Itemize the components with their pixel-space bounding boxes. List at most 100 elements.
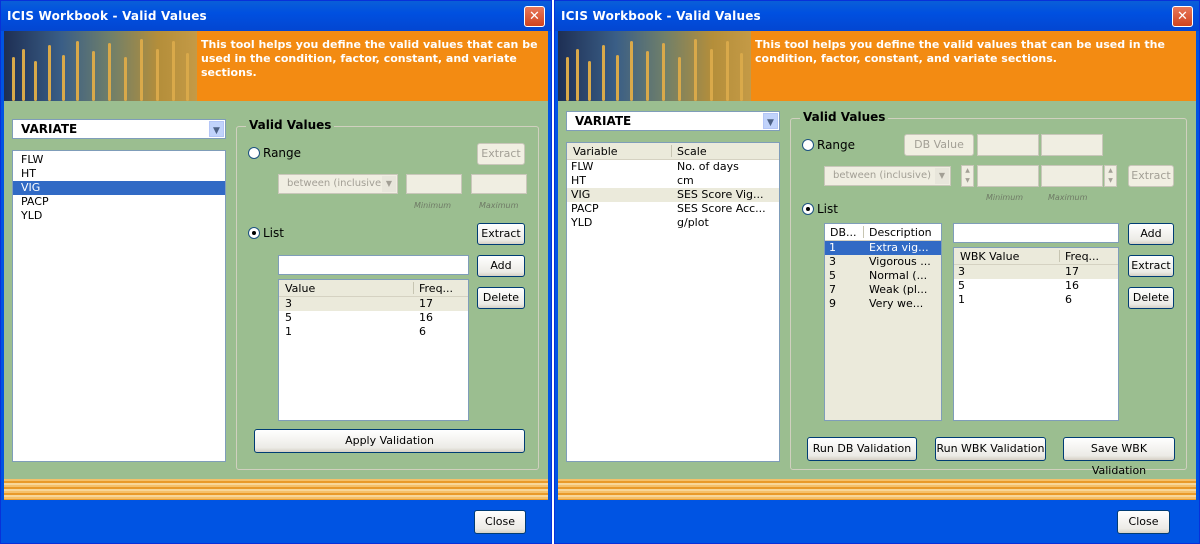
extract-button[interactable]: Extract	[1128, 255, 1174, 277]
minimum-field[interactable]	[406, 174, 462, 194]
title-bar[interactable]: ICIS Workbook - Valid Values ✕	[555, 1, 1199, 31]
maximum-field[interactable]	[471, 174, 527, 194]
values-table[interactable]: Value Freq... 3 17 5 16 16	[278, 279, 469, 421]
table-row[interactable]: 3 Vigorous ...	[825, 255, 941, 269]
column-header-variable[interactable]: Variable	[573, 145, 618, 158]
range-operator-select[interactable]: between (inclusive) ▼	[278, 174, 398, 194]
table-header: WBK Value Freq...	[954, 248, 1118, 265]
chevron-down-icon[interactable]: ▼	[209, 121, 224, 137]
title-bar[interactable]: ICIS Workbook - Valid Values ✕	[1, 1, 551, 31]
variable-table[interactable]: Variable Scale FLW No. of days HT cm VIG SE…	[566, 142, 780, 462]
range-extract-button[interactable]: Extract	[477, 143, 525, 165]
list-item[interactable]: HT	[13, 167, 225, 181]
header-banner: This tool helps you define the valid val…	[558, 31, 1196, 101]
table-row[interactable]: HT cm	[567, 174, 779, 188]
db-value-field-2[interactable]	[1041, 134, 1103, 156]
db-value-button[interactable]: DB Value	[904, 134, 974, 156]
valid-values-window-left: ICIS Workbook - Valid Values ✕ This tool…	[0, 0, 552, 544]
run-wbk-validation-button[interactable]: Run WBK Validation	[935, 437, 1046, 461]
window-client: This tool helps you define the valid val…	[558, 31, 1196, 540]
extract-button[interactable]: Extract	[477, 223, 525, 245]
minimum-spinner[interactable]: ▲ ▼	[961, 165, 974, 187]
column-header-freq[interactable]: Freq...	[419, 282, 453, 295]
list-item[interactable]: YLD	[13, 209, 225, 223]
close-button[interactable]: Close	[1117, 510, 1170, 534]
window-title: ICIS Workbook - Valid Values	[561, 9, 761, 23]
wbk-values-table[interactable]: WBK Value Freq... 3 17 5 16 16	[953, 247, 1119, 421]
table-row[interactable]: 5 16	[954, 279, 1118, 293]
delete-button[interactable]: Delete	[1128, 287, 1174, 309]
radio-icon	[248, 147, 260, 159]
run-db-validation-button[interactable]: Run DB Validation	[807, 437, 917, 461]
column-header-wbk-value[interactable]: WBK Value	[960, 250, 1019, 263]
chevron-down-icon[interactable]: ▼	[763, 113, 778, 129]
maximum-label: Maximum	[1048, 193, 1088, 202]
db-values-table[interactable]: DB... Description 1 Extra vig... 3 Vigorou…	[824, 223, 942, 421]
chevron-down-icon: ▼	[935, 168, 949, 184]
list-item-selected[interactable]: VIG	[13, 181, 225, 195]
list-radio[interactable]: List	[248, 226, 284, 240]
table-header: DB... Description	[825, 224, 941, 241]
section-select[interactable]: VARIATE ▼	[566, 111, 780, 131]
table-row[interactable]: 7 Weak (pl...	[825, 283, 941, 297]
radio-selected-icon	[248, 227, 260, 239]
chevron-down-icon: ▼	[382, 176, 396, 192]
range-radio[interactable]: Range	[802, 138, 855, 152]
list-item[interactable]: FLW	[13, 153, 225, 167]
table-header: Variable Scale	[567, 143, 779, 160]
table-row[interactable]: 3 17	[279, 297, 468, 311]
table-row[interactable]: 5 Normal (...	[825, 269, 941, 283]
table-row[interactable]: 16	[279, 325, 468, 339]
column-header-db[interactable]: DB...	[830, 226, 857, 239]
section-select[interactable]: VARIATE ▼	[12, 119, 226, 139]
table-row[interactable]: 16	[954, 293, 1118, 307]
minimum-label: Minimum	[986, 193, 1024, 202]
table-header: Value Freq...	[279, 280, 468, 297]
footer-bar: Close	[4, 500, 548, 540]
section-select-value: VARIATE	[575, 114, 632, 128]
wheat-image	[558, 31, 751, 101]
apply-validation-button[interactable]: Apply Validation	[254, 429, 525, 453]
column-header-scale[interactable]: Scale	[677, 145, 707, 158]
header-banner: This tool helps you define the valid val…	[4, 31, 548, 101]
window-client: This tool helps you define the valid val…	[4, 31, 548, 540]
table-row[interactable]: 9 Very we...	[825, 297, 941, 311]
close-button[interactable]: Close	[474, 510, 526, 534]
range-operator-select[interactable]: between (inclusive) ▼	[824, 166, 951, 186]
table-row[interactable]: YLD g/plot	[567, 216, 779, 230]
column-header-freq[interactable]: Freq...	[1065, 250, 1099, 263]
banner-description: This tool helps you define the valid val…	[755, 38, 1165, 65]
maximum-field[interactable]	[1041, 165, 1103, 187]
range-extract-button[interactable]: Extract	[1128, 165, 1174, 187]
table-row[interactable]: PACP SES Score Acc...	[567, 202, 779, 216]
column-header-description[interactable]: Description	[869, 226, 932, 239]
variable-list[interactable]: FLW HT VIG PACP YLD	[12, 150, 226, 462]
banner-description: This tool helps you define the valid val…	[201, 38, 538, 79]
db-value-field[interactable]	[977, 134, 1039, 156]
section-select-value: VARIATE	[21, 122, 78, 136]
add-button[interactable]: Add	[1128, 223, 1174, 245]
decorative-stripes	[4, 479, 548, 501]
window-close-icon[interactable]: ✕	[1172, 6, 1193, 27]
minimum-field[interactable]	[977, 165, 1039, 187]
table-row[interactable]: 3 17	[954, 265, 1118, 279]
maximum-spinner[interactable]: ▲ ▼	[1104, 165, 1117, 187]
add-button[interactable]: Add	[477, 255, 525, 277]
list-radio[interactable]: List	[802, 202, 838, 216]
range-radio[interactable]: Range	[248, 146, 301, 160]
group-title: Valid Values	[800, 110, 889, 124]
maximum-label: Maximum	[479, 201, 519, 210]
delete-button[interactable]: Delete	[477, 287, 525, 309]
table-row[interactable]: 1 Extra vig...	[825, 241, 941, 255]
table-row[interactable]: VIG SES Score Vig...	[567, 188, 779, 202]
window-close-icon[interactable]: ✕	[524, 6, 545, 27]
value-input[interactable]	[953, 223, 1119, 243]
table-row[interactable]: FLW No. of days	[567, 160, 779, 174]
group-title: Valid Values	[246, 118, 335, 132]
list-item[interactable]: PACP	[13, 195, 225, 209]
value-input[interactable]	[278, 255, 469, 275]
save-wbk-validation-button[interactable]: Save WBK Validation	[1063, 437, 1175, 477]
table-row[interactable]: 5 16	[279, 311, 468, 325]
wheat-image	[4, 31, 197, 101]
column-header-value[interactable]: Value	[285, 282, 315, 295]
